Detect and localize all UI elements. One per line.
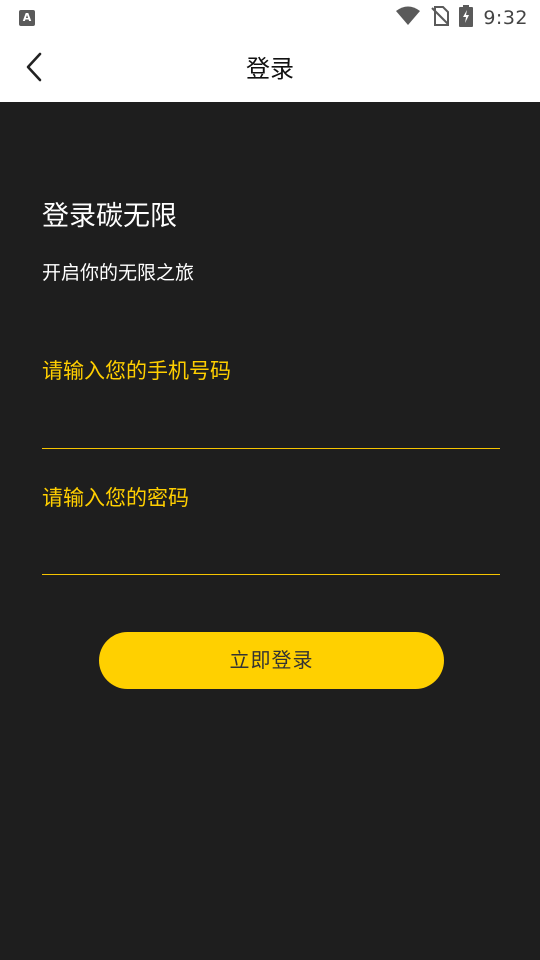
no-sim-icon bbox=[431, 6, 450, 30]
page-title: 登录 bbox=[246, 55, 294, 83]
app-bar: 登录 bbox=[0, 36, 540, 102]
phone-field bbox=[42, 350, 500, 449]
login-content: 登录碳无限 开启你的无限之旅 立即登录 bbox=[0, 102, 540, 960]
password-field bbox=[42, 478, 500, 575]
text-a-icon: A bbox=[19, 10, 35, 26]
status-bar: A 9:32 bbox=[0, 0, 540, 36]
welcome-subtitle: 开启你的无限之旅 bbox=[42, 262, 195, 284]
status-time: 9:32 bbox=[483, 7, 528, 29]
password-input[interactable] bbox=[42, 478, 500, 574]
status-icons: 9:32 bbox=[395, 5, 528, 31]
phone-input[interactable] bbox=[42, 350, 500, 448]
wifi-icon bbox=[395, 6, 421, 30]
battery-charging-icon bbox=[459, 5, 474, 31]
welcome-title: 登录碳无限 bbox=[42, 201, 177, 232]
login-button[interactable]: 立即登录 bbox=[99, 632, 444, 689]
